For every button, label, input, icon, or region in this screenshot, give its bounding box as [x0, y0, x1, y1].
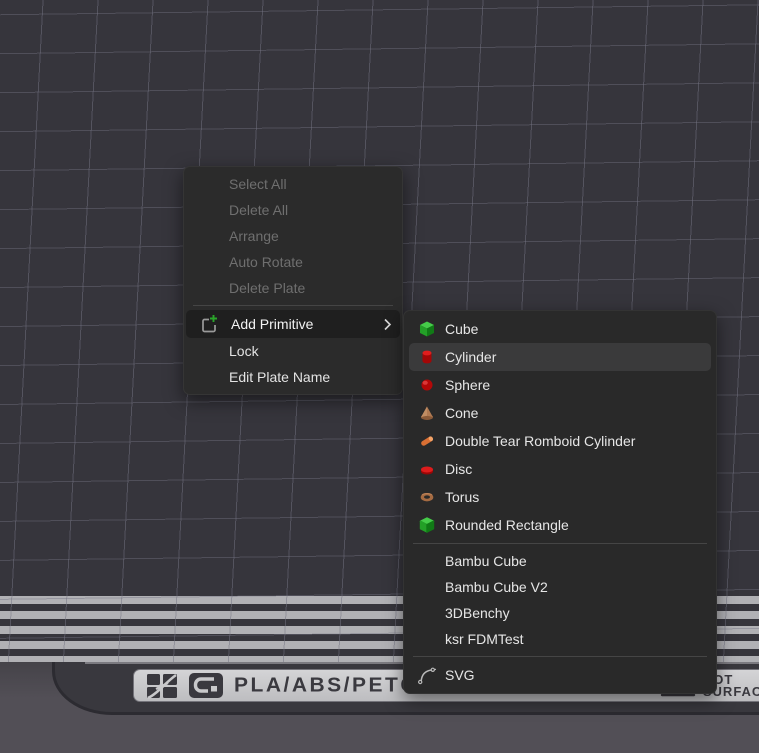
sphere-icon	[409, 376, 445, 394]
bezier-curve-icon	[409, 665, 445, 685]
plate-material-text: PLA/ABS/PETG	[234, 674, 419, 697]
cone-icon	[409, 404, 445, 422]
submenu-item-ksr-fdmtest[interactable]: ksr FDMTest	[409, 626, 711, 652]
slicer-3d-view[interactable]: { "context_menu": { "items": [ {"label":…	[0, 0, 759, 753]
submenu-item-sphere[interactable]: Sphere	[409, 371, 711, 399]
submenu-chevron-icon	[383, 318, 392, 331]
menu-item-delete-all: Delete All	[184, 197, 402, 223]
submenu-item-disc[interactable]: Disc	[409, 455, 711, 483]
cube-icon	[409, 320, 445, 338]
printer-brand-logo-icon	[146, 673, 178, 699]
menu-item-add-primitive[interactable]: Add Primitive	[186, 310, 400, 338]
menu-item-auto-rotate: Auto Rotate	[184, 249, 402, 275]
add-primitive-icon	[186, 314, 231, 334]
menu-item-lock[interactable]: Lock	[184, 338, 402, 364]
romboid-cylinder-icon	[409, 432, 445, 450]
cylinder-icon	[409, 348, 445, 366]
submenu-item-svg[interactable]: SVG	[409, 661, 711, 689]
submenu-item-double-tear-romboid-cylinder[interactable]: Double Tear Romboid Cylinder	[409, 427, 711, 455]
torus-icon	[409, 488, 445, 506]
disc-icon	[409, 460, 445, 478]
submenu-item-torus[interactable]: Torus	[409, 483, 711, 511]
menu-separator	[193, 305, 393, 306]
submenu-item-rounded-rectangle[interactable]: Rounded Rectangle	[409, 511, 711, 539]
rounded-rectangle-icon	[409, 516, 445, 534]
plate-g-logo-icon	[188, 672, 224, 699]
menu-item-arrange: Arrange	[184, 223, 402, 249]
submenu-item-cube[interactable]: Cube	[409, 315, 711, 343]
submenu-item-bambu-cube[interactable]: Bambu Cube	[409, 548, 711, 574]
submenu-item-cylinder[interactable]: Cylinder	[409, 343, 711, 371]
menu-item-edit-plate-name[interactable]: Edit Plate Name	[184, 364, 402, 390]
add-primitive-submenu: Cube Cylinder Sphere Cone	[403, 310, 717, 694]
submenu-separator	[413, 543, 707, 544]
menu-item-select-all: Select All	[184, 171, 402, 197]
submenu-item-bambu-cube-v2[interactable]: Bambu Cube V2	[409, 574, 711, 600]
submenu-separator-2	[413, 656, 707, 657]
menu-item-delete-plate: Delete Plate	[184, 275, 402, 301]
submenu-item-3dbenchy[interactable]: 3DBenchy	[409, 600, 711, 626]
plate-context-menu: Select All Delete All Arrange Auto Rotat…	[183, 166, 403, 395]
submenu-item-cone[interactable]: Cone	[409, 399, 711, 427]
